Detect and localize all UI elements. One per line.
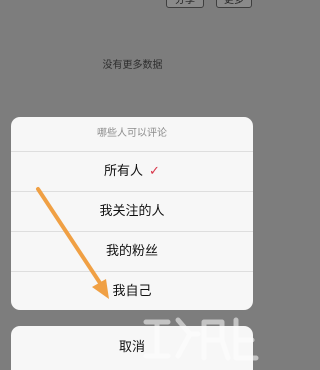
- checkmark-icon: ✓: [149, 164, 160, 179]
- option-only-me[interactable]: 我自己: [11, 272, 253, 310]
- option-fans[interactable]: 我的粉丝: [11, 232, 253, 272]
- option-label: 我自己: [112, 284, 152, 299]
- option-label: 所有人: [104, 164, 144, 179]
- comment-permission-sheet: 哪些人可以评论 所有人 ✓ 我关注的人 我的粉丝 我自己: [11, 117, 253, 310]
- option-label: 我关注的人: [99, 204, 165, 219]
- share-button[interactable]: 分享: [166, 0, 204, 8]
- option-label: 我的粉丝: [105, 244, 158, 259]
- sheet-title: 哪些人可以评论: [11, 117, 253, 152]
- option-everyone[interactable]: 所有人 ✓: [11, 152, 253, 192]
- more-button[interactable]: 更多: [216, 0, 252, 8]
- option-following[interactable]: 我关注的人: [11, 192, 253, 232]
- no-more-data-text: 没有更多数据: [102, 60, 163, 71]
- cancel-button[interactable]: 取消: [11, 326, 253, 370]
